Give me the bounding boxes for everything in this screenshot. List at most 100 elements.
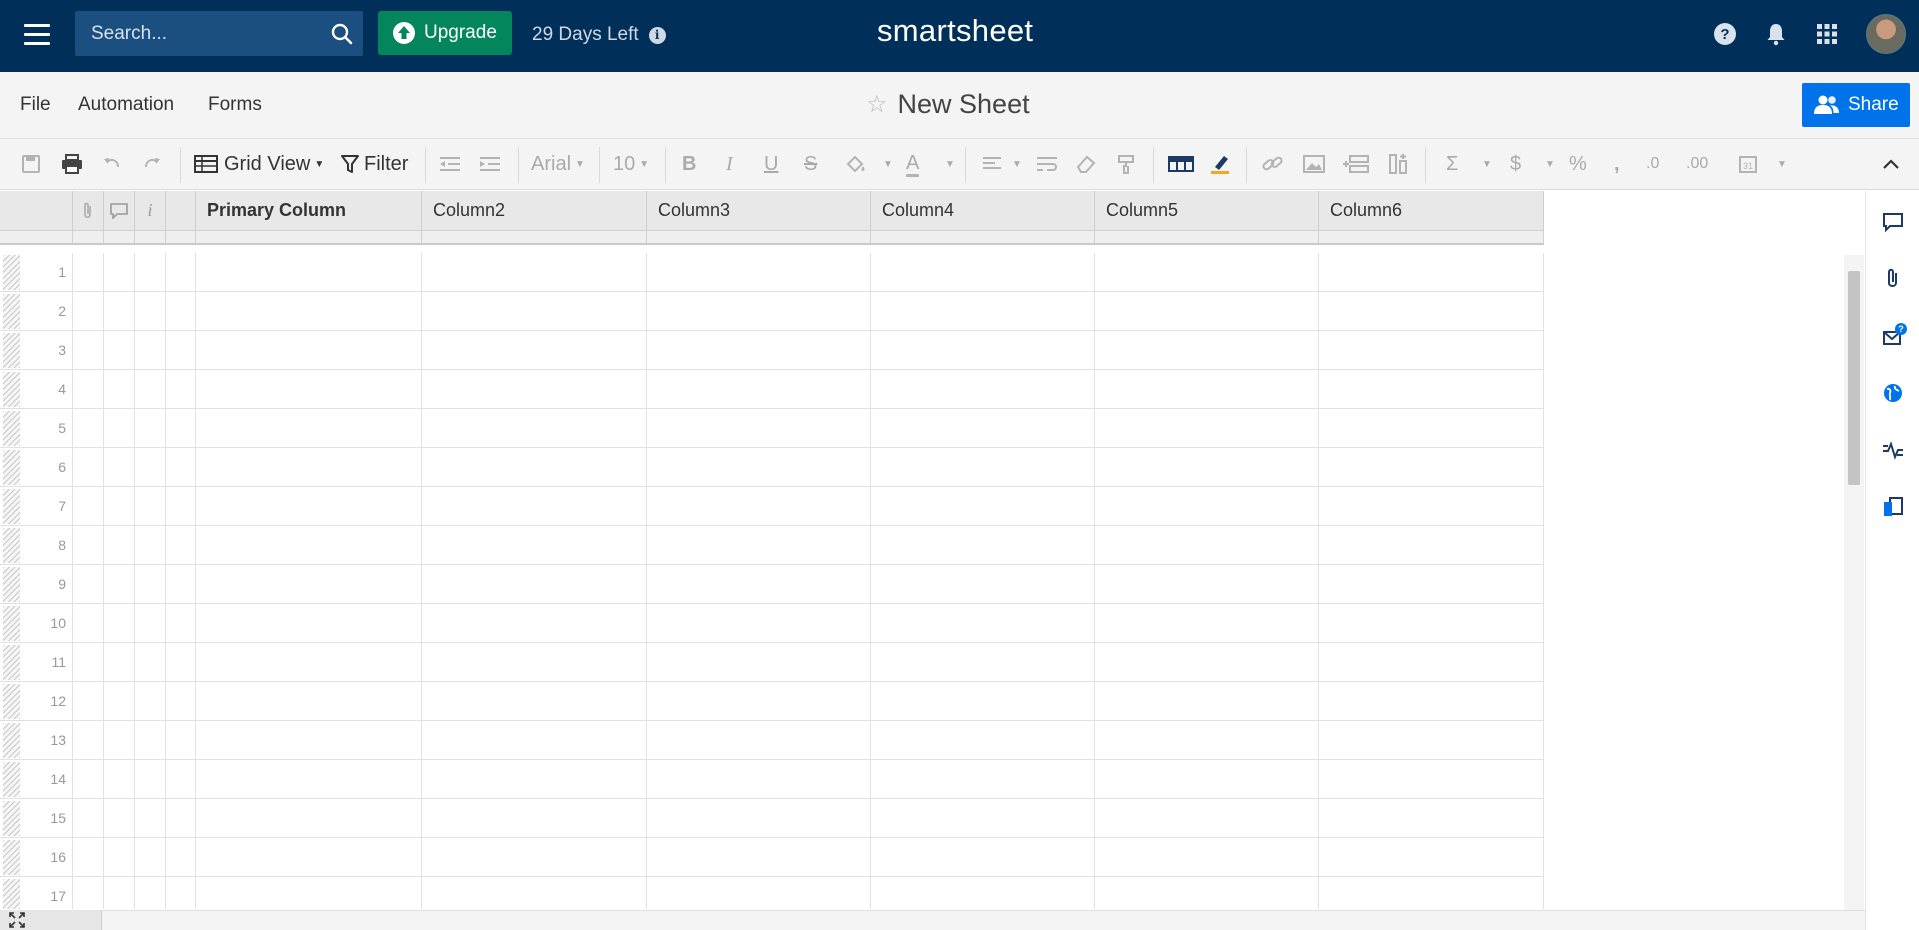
grid-cell[interactable]: [647, 370, 871, 409]
vertical-scrollbar-thumb[interactable]: [1848, 271, 1860, 485]
grid-cell[interactable]: [1319, 370, 1544, 409]
chevron-down-icon[interactable]: ▼: [1482, 151, 1492, 177]
row-indicator-cell[interactable]: [135, 409, 166, 448]
grid-cell[interactable]: [196, 448, 422, 487]
row-indicator-cell[interactable]: [166, 838, 196, 877]
share-button[interactable]: Share: [1802, 83, 1910, 127]
currency-format-button[interactable]: $: [1510, 151, 1521, 177]
grid-cell[interactable]: [422, 526, 647, 565]
grid-cell[interactable]: [1095, 253, 1319, 292]
comment-icon[interactable]: [1882, 211, 1904, 233]
grid-cell[interactable]: [196, 526, 422, 565]
grid-cell[interactable]: [1095, 409, 1319, 448]
insert-column-icon[interactable]: [1388, 151, 1408, 177]
chevron-down-icon[interactable]: ▼: [1012, 151, 1022, 177]
row-number-cell[interactable]: 6: [0, 448, 73, 487]
decrease-decimal-button[interactable]: .0: [1646, 151, 1659, 177]
row-indicator-cell[interactable]: [73, 838, 104, 877]
grid-cell[interactable]: [1095, 838, 1319, 877]
favorite-star-icon[interactable]: ☆: [866, 90, 888, 119]
row-drag-handle[interactable]: [3, 489, 20, 524]
row-indicator-cell[interactable]: [166, 604, 196, 643]
smartsheet-logo[interactable]: smartsheet: [877, 13, 1033, 49]
row-indicator-cell[interactable]: [135, 565, 166, 604]
grid-cell[interactable]: [196, 838, 422, 877]
grid-cell[interactable]: [647, 721, 871, 760]
row-indicator-cell[interactable]: [104, 292, 135, 331]
row-indicator-cell[interactable]: [135, 292, 166, 331]
row-indicator-cell[interactable]: [166, 643, 196, 682]
grid-cell[interactable]: [422, 292, 647, 331]
row-indicator-cell[interactable]: [73, 565, 104, 604]
row-indicator-cell[interactable]: [135, 487, 166, 526]
row-number-cell[interactable]: 11: [0, 643, 73, 682]
grid-cell[interactable]: [871, 526, 1095, 565]
row-indicator-cell[interactable]: [104, 565, 135, 604]
row-indicator-cell[interactable]: [104, 331, 135, 370]
grid-cell[interactable]: [1319, 487, 1544, 526]
align-icon[interactable]: [981, 151, 1003, 177]
row-drag-handle[interactable]: [3, 762, 20, 797]
underline-button[interactable]: U: [764, 151, 778, 177]
row-indicator-cell[interactable]: [135, 877, 166, 909]
row-indicator-cell[interactable]: [104, 409, 135, 448]
grid-cell[interactable]: [871, 487, 1095, 526]
grid-cell[interactable]: [647, 526, 871, 565]
row-drag-handle[interactable]: [3, 801, 20, 836]
row-indicator-cell[interactable]: [104, 721, 135, 760]
grid-cell[interactable]: [422, 877, 647, 909]
expand-icon[interactable]: [8, 911, 26, 929]
row-indicator-cell[interactable]: [73, 253, 104, 292]
row-indicator-cell[interactable]: [73, 643, 104, 682]
grid-cell[interactable]: [422, 604, 647, 643]
row-indicator-cell[interactable]: [73, 877, 104, 909]
grid-cell[interactable]: [196, 721, 422, 760]
increase-decimal-button[interactable]: .00: [1686, 151, 1708, 177]
row-indicator-cell[interactable]: [135, 448, 166, 487]
grid-cell[interactable]: [871, 448, 1095, 487]
grid-cell[interactable]: [196, 331, 422, 370]
column-header-column5[interactable]: Column5: [1095, 191, 1319, 231]
grid-cell[interactable]: [871, 799, 1095, 838]
chevron-down-icon[interactable]: ▼: [883, 151, 893, 177]
thousands-separator-button[interactable]: ,: [1614, 151, 1620, 177]
row-indicator-cell[interactable]: [73, 760, 104, 799]
grid-cell[interactable]: [196, 292, 422, 331]
redo-icon[interactable]: [142, 151, 162, 177]
grid-cell[interactable]: [647, 760, 871, 799]
grid-cell[interactable]: [871, 838, 1095, 877]
row-indicator-cell[interactable]: [135, 760, 166, 799]
grid-cell[interactable]: [422, 643, 647, 682]
grid-cell[interactable]: [1095, 799, 1319, 838]
row-indicator-cell[interactable]: [166, 799, 196, 838]
grid-cell[interactable]: [1095, 877, 1319, 909]
menu-automation[interactable]: Automation: [78, 94, 174, 116]
font-size-dropdown[interactable]: 10 ▼: [613, 151, 649, 177]
grid-cell[interactable]: [422, 760, 647, 799]
grid-cell[interactable]: [871, 370, 1095, 409]
grid-cell[interactable]: [196, 604, 422, 643]
row-drag-handle[interactable]: [3, 606, 20, 641]
row-indicator-cell[interactable]: [73, 682, 104, 721]
summary-icon[interactable]: [1882, 496, 1904, 518]
grid-cell[interactable]: [1319, 253, 1544, 292]
insert-row-icon[interactable]: [1342, 151, 1370, 177]
outdent-icon[interactable]: [438, 151, 462, 177]
row-indicator-cell[interactable]: [166, 760, 196, 799]
row-number-cell[interactable]: 17: [0, 877, 73, 909]
grid-cell[interactable]: [1319, 331, 1544, 370]
row-indicator-cell[interactable]: [73, 292, 104, 331]
menu-forms[interactable]: Forms: [208, 94, 262, 116]
chevron-down-icon[interactable]: ▼: [1545, 151, 1555, 177]
grid-cell[interactable]: [1095, 565, 1319, 604]
grid-cell[interactable]: [196, 487, 422, 526]
row-indicator-cell[interactable]: [104, 760, 135, 799]
info-icon[interactable]: i: [648, 26, 666, 44]
row-indicator-cell[interactable]: [104, 799, 135, 838]
grid-cell[interactable]: [1319, 760, 1544, 799]
row-indicator-cell[interactable]: [135, 526, 166, 565]
row-number-cell[interactable]: 2: [0, 292, 73, 331]
grid-cell[interactable]: [647, 799, 871, 838]
row-indicator-cell[interactable]: [104, 604, 135, 643]
row-drag-handle[interactable]: [3, 723, 20, 758]
